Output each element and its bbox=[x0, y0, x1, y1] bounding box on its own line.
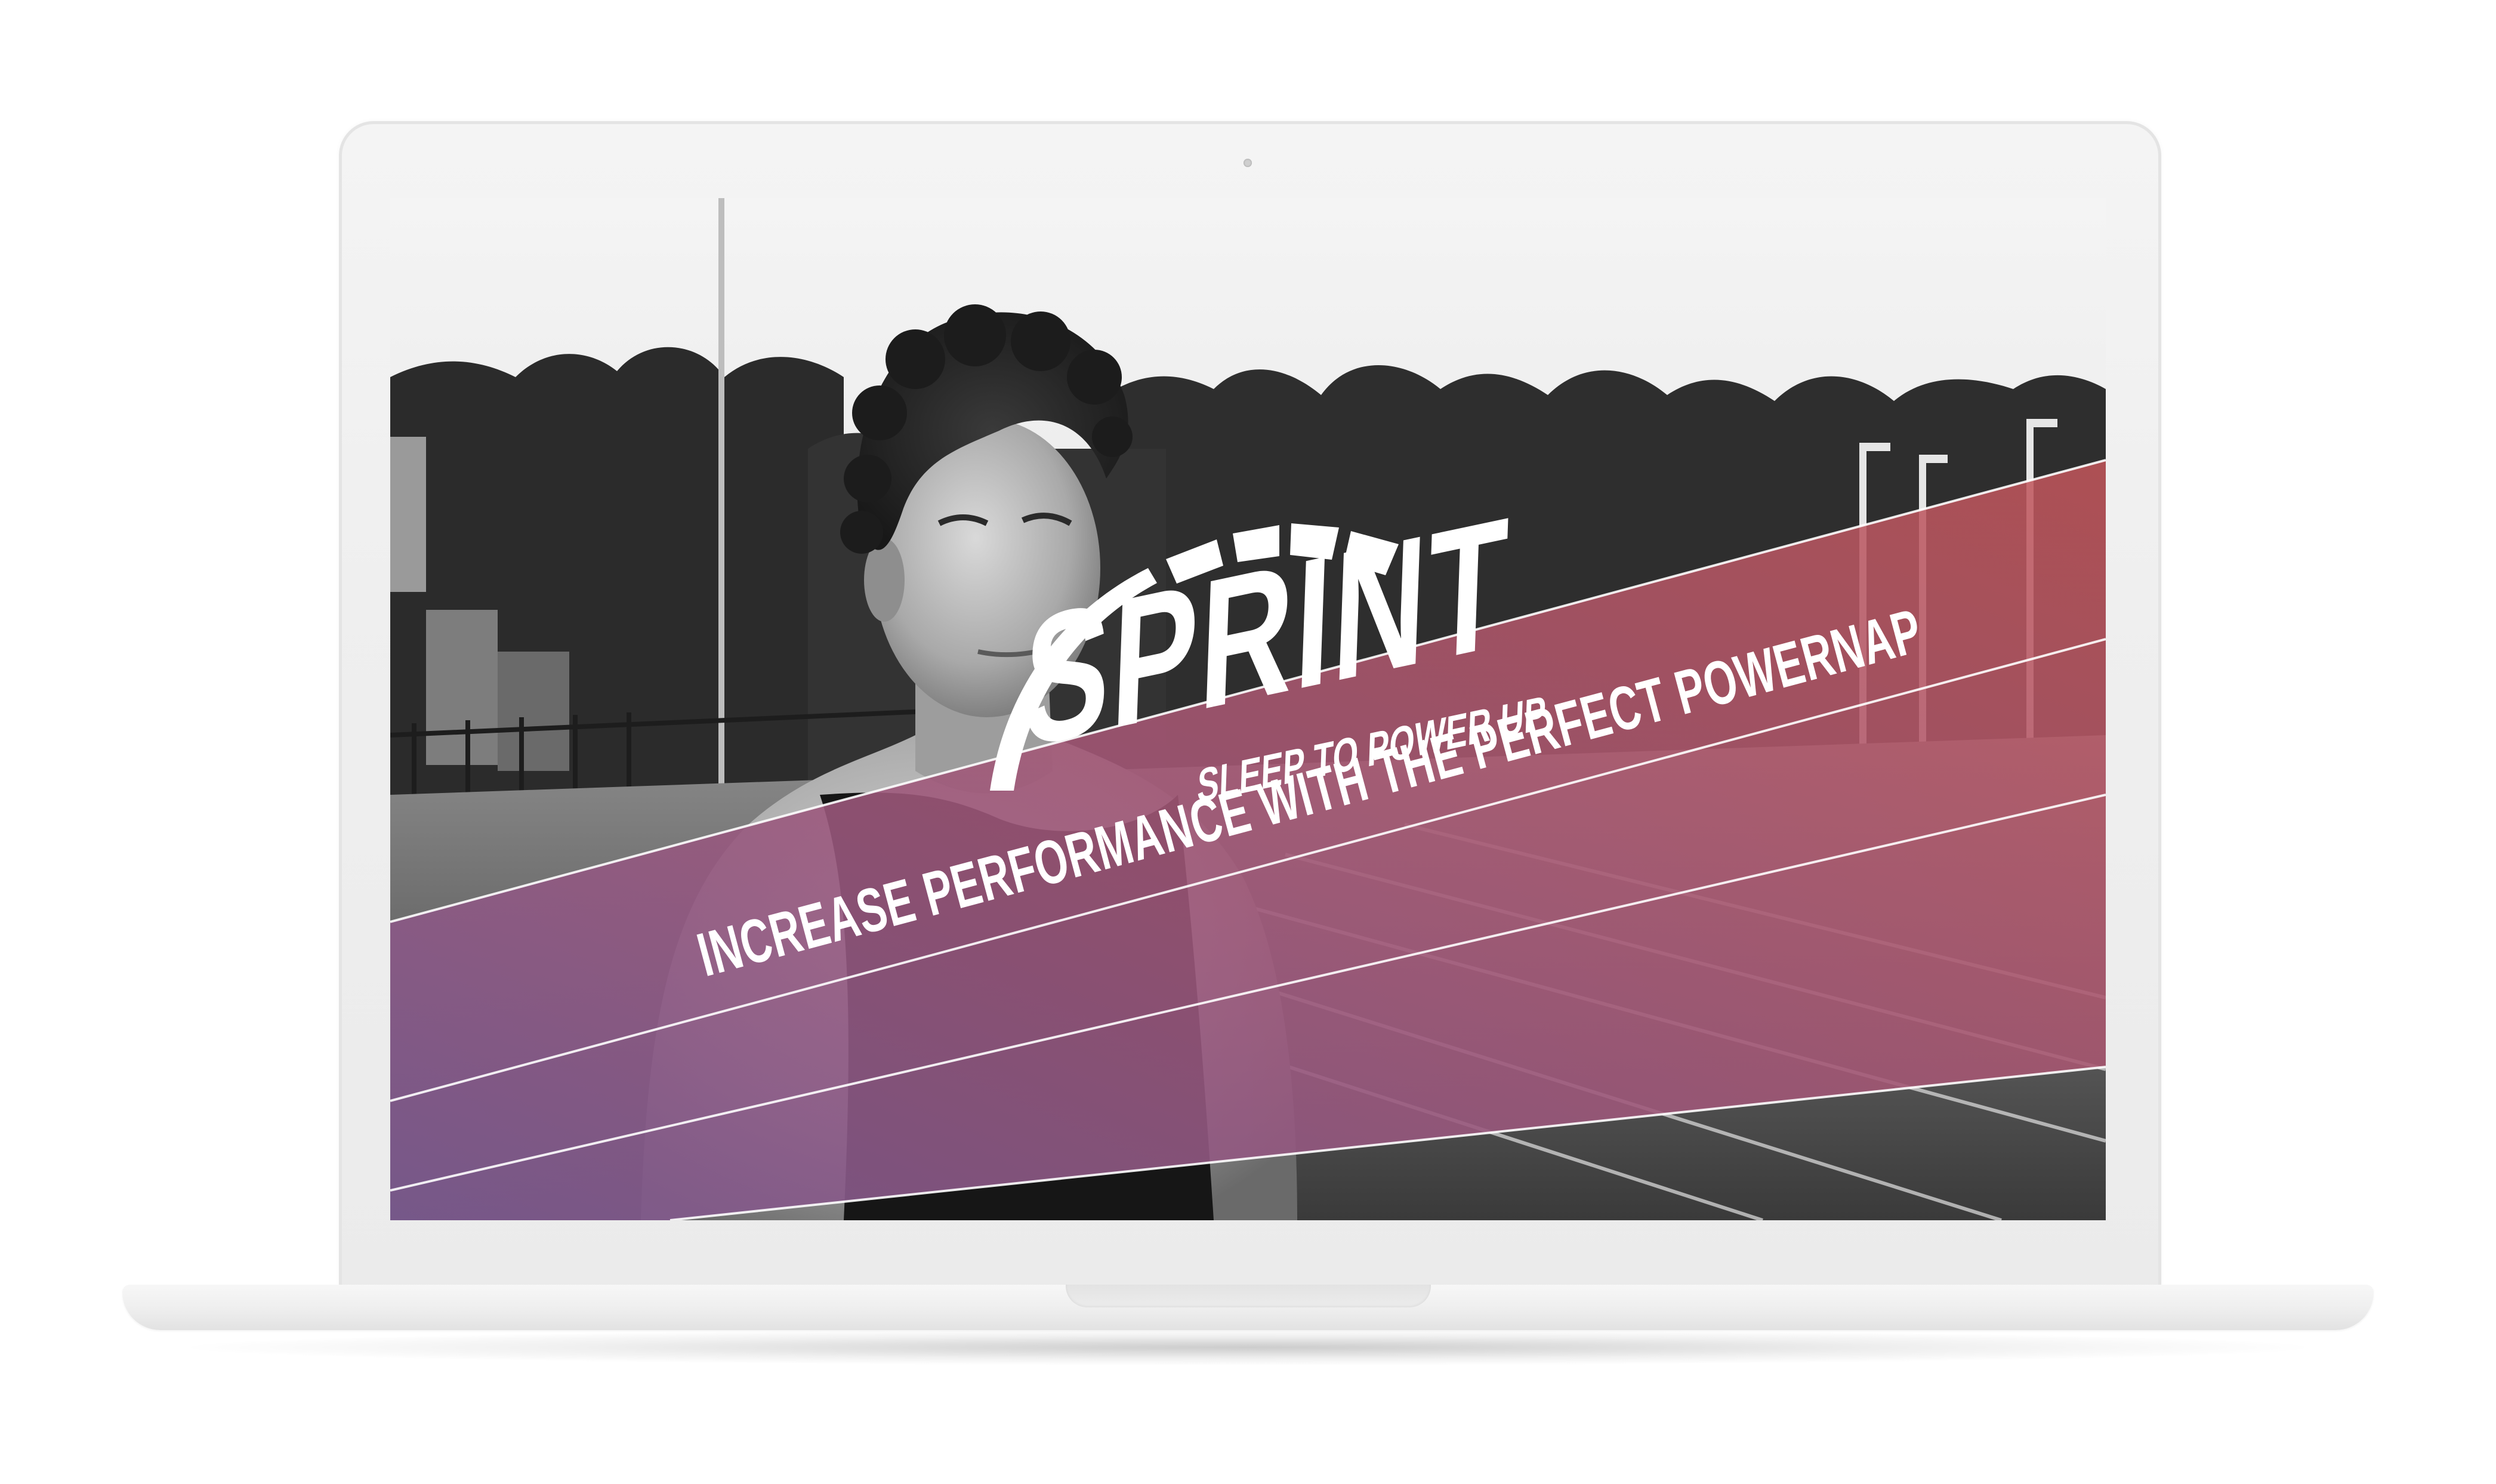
laptop-screen: SPRINT SLEEP TO POWER UP INCREASE PERFOR… bbox=[390, 198, 2106, 1220]
laptop-mockup-scene: SPRINT SLEEP TO POWER UP INCREASE PERFOR… bbox=[0, 0, 2496, 1484]
laptop-lid-notch bbox=[1066, 1285, 1431, 1307]
laptop-shadow bbox=[191, 1329, 2305, 1365]
webcam-icon bbox=[1244, 159, 1252, 167]
